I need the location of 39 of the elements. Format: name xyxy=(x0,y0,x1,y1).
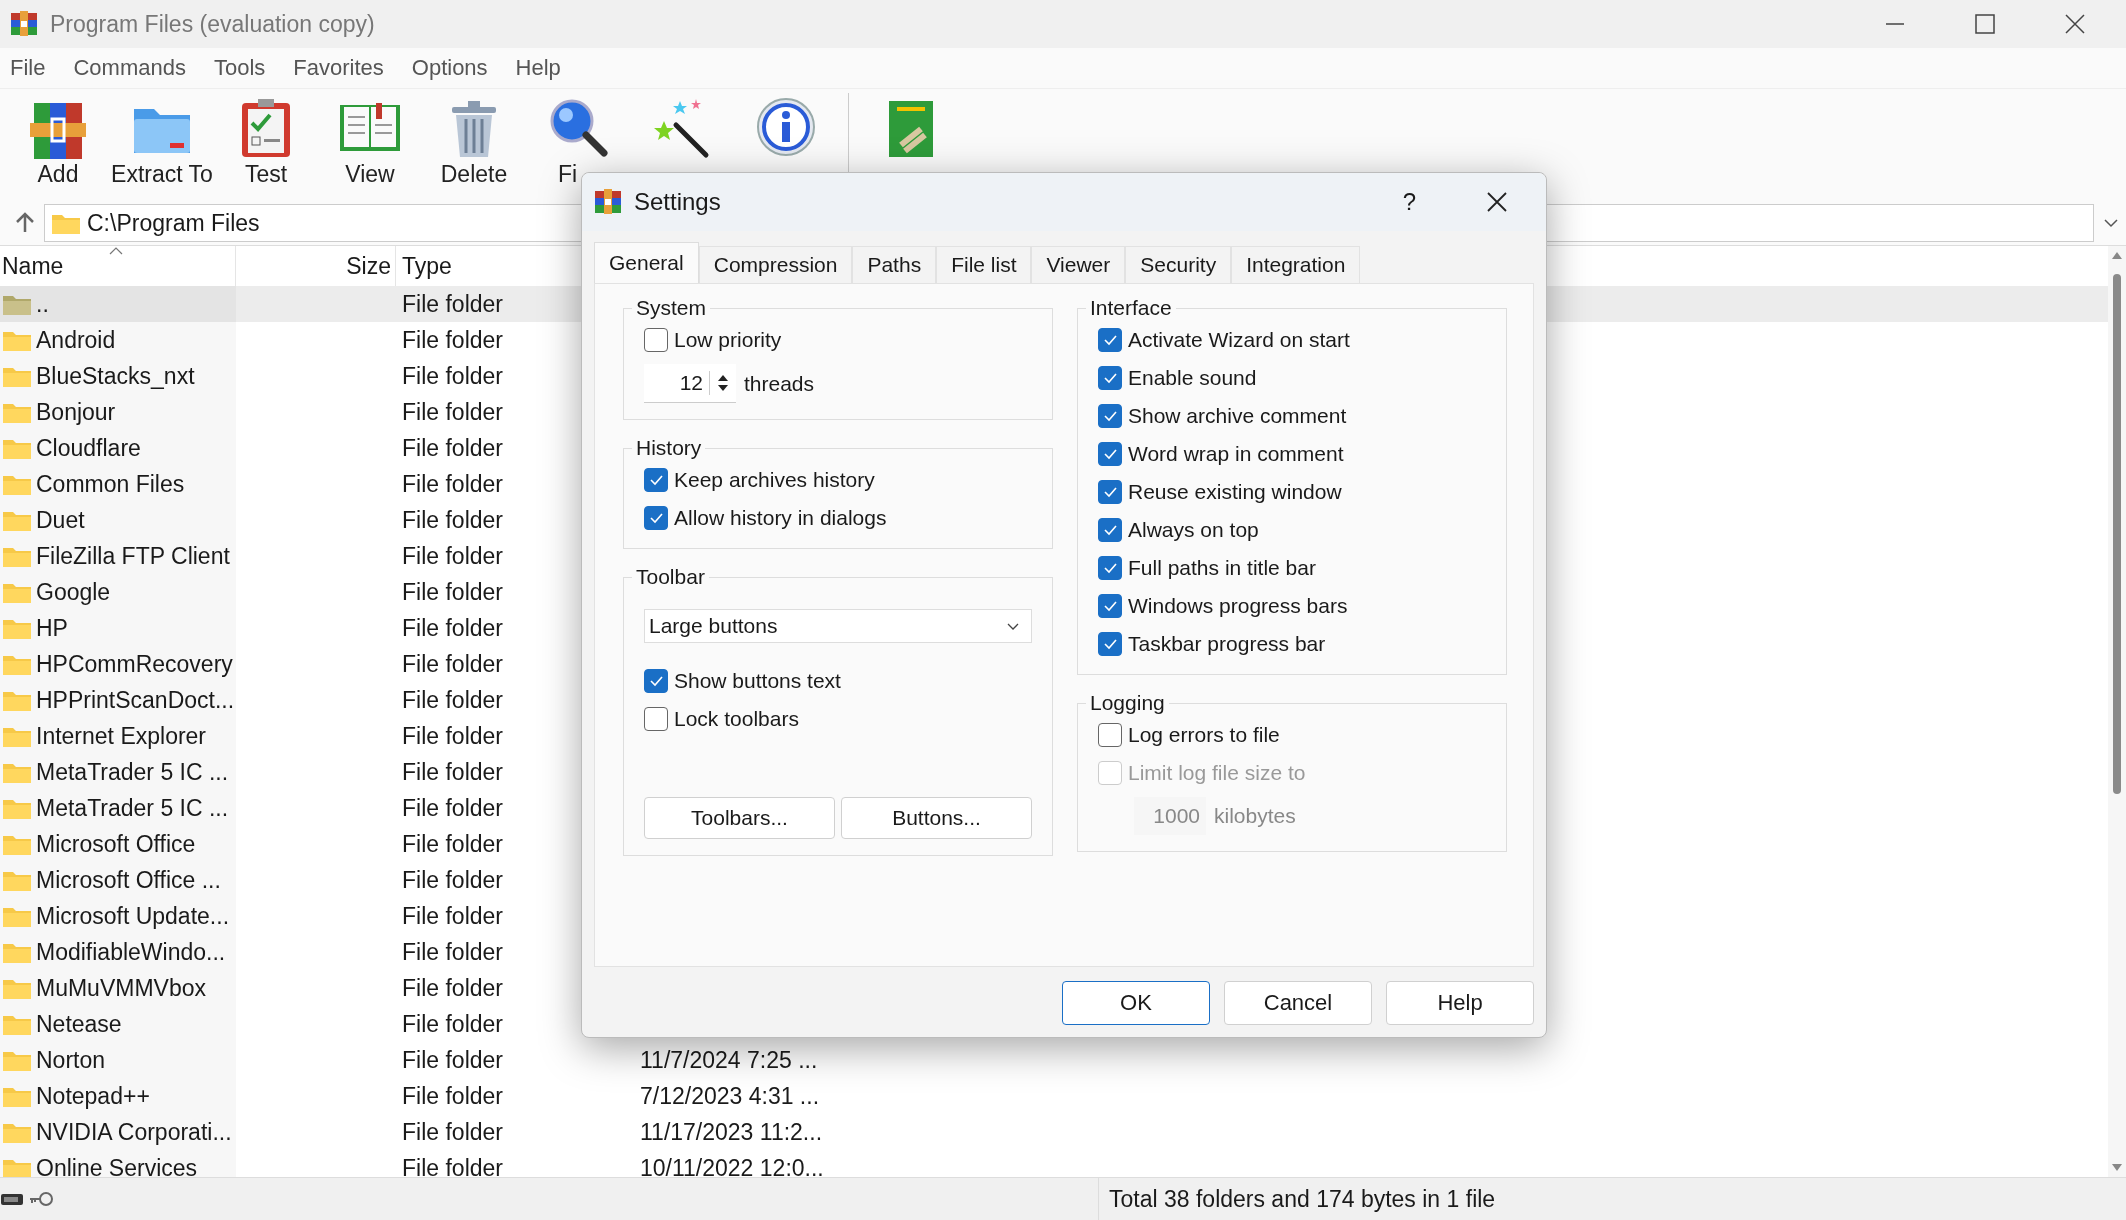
group-title: Logging xyxy=(1089,691,1166,715)
file-type: File folder xyxy=(402,722,503,750)
file-type: File folder xyxy=(402,614,503,642)
file-type: File folder xyxy=(402,938,503,966)
file-type: File folder xyxy=(402,866,503,894)
file-type: File folder xyxy=(402,1082,503,1110)
file-type: File folder xyxy=(402,1154,503,1177)
group-title: History xyxy=(635,436,703,460)
file-type: File folder xyxy=(402,974,503,1002)
file-type: File folder xyxy=(402,686,503,714)
file-date: 10/11/2022 12:0... xyxy=(640,1154,824,1177)
file-type: File folder xyxy=(402,758,503,786)
file-type: File folder xyxy=(402,470,503,498)
file-type: File folder xyxy=(402,362,503,390)
file-type: File folder xyxy=(402,506,503,534)
file-date: 11/17/2023 11:2... xyxy=(640,1118,823,1146)
file-date: 7/12/2023 4:31 ... xyxy=(640,1082,820,1110)
window-title: Program Files (evaluation copy) xyxy=(50,10,376,38)
file-type: File folder xyxy=(402,542,503,570)
file-type: File folder xyxy=(402,434,503,462)
file-type: File folder xyxy=(402,794,503,822)
file-date: 11/7/2024 7:25 ... xyxy=(640,1046,818,1074)
file-type: File folder xyxy=(402,650,503,678)
file-type: File folder xyxy=(402,830,503,858)
dialog-title: Settings xyxy=(634,188,722,216)
group-title: Interface xyxy=(1089,296,1173,320)
file-type: File folder xyxy=(402,326,503,354)
file-type: File folder xyxy=(402,398,503,426)
file-type: File folder xyxy=(402,290,503,318)
group-title: Toolbar xyxy=(635,565,706,589)
status-text: Total 38 folders and 174 bytes in 1 file xyxy=(1108,1185,1496,1213)
file-type: File folder xyxy=(402,902,503,930)
file-type: File folder xyxy=(402,578,503,606)
unit-label: threads xyxy=(744,371,815,396)
unit-label: kilobytes xyxy=(1214,804,1296,828)
group-title: System xyxy=(635,296,707,320)
file-type: File folder xyxy=(402,1118,503,1146)
file-type: File folder xyxy=(402,1046,503,1074)
file-type: File folder xyxy=(402,1010,503,1038)
